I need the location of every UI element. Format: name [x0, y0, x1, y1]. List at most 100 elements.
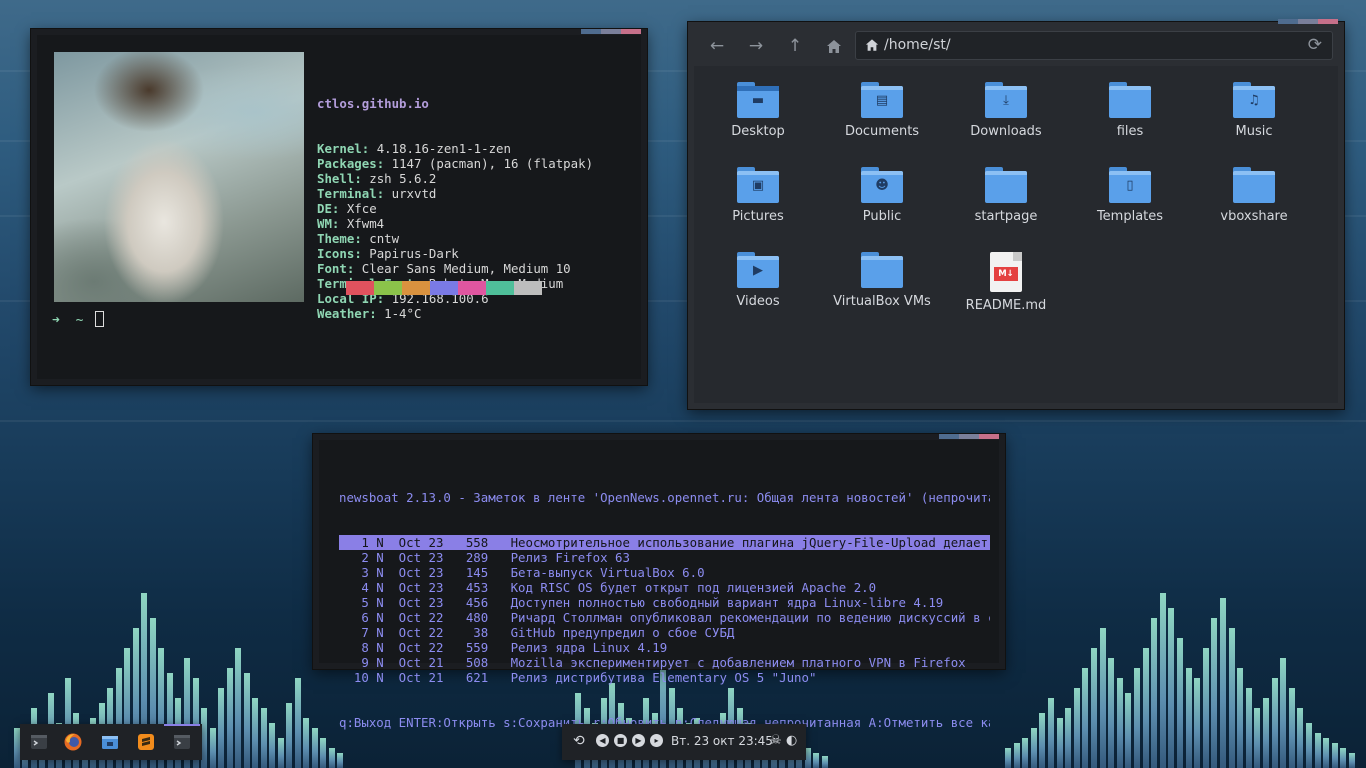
visualizer-bar	[1288, 688, 1295, 768]
home-button[interactable]	[822, 35, 846, 57]
visualizer-bar	[320, 738, 326, 768]
stop-icon[interactable]: ■	[614, 734, 627, 747]
terminal-icon[interactable]	[29, 732, 49, 752]
file-label: Music	[1235, 124, 1273, 139]
palette-swatch	[514, 281, 542, 295]
newsboat-window[interactable]: newsboat 2.13.0 - Заметок в ленте 'OpenN…	[313, 434, 1005, 730]
palette-swatch	[346, 281, 374, 295]
sublime-text-icon[interactable]	[136, 732, 156, 752]
file-item[interactable]: files	[1070, 82, 1190, 139]
file-item[interactable]: startpage	[946, 167, 1066, 224]
visualizer-bar	[1271, 678, 1278, 768]
window-accent	[581, 29, 641, 34]
visualizer-bar	[261, 708, 267, 768]
power-icon[interactable]: ◐	[786, 733, 797, 748]
folder-icon	[1109, 82, 1151, 118]
file-manager-window[interactable]: ← → ↑ /home/st/ ⟳ ▬ Desktop ▤ Documents ⤓ Dow…	[688, 19, 1344, 409]
file-item[interactable]: vboxshare	[1194, 167, 1314, 224]
visualizer-bar	[1237, 668, 1244, 768]
file-item[interactable]: ▣ Pictures	[698, 167, 818, 224]
feed-item[interactable]: 6 N Oct 22 480 Ричард Столлман опубликов…	[339, 610, 990, 625]
color-palette	[346, 281, 542, 295]
feed-item[interactable]: 9 N Oct 21 508 Mozilla экспериментирует …	[339, 655, 990, 670]
file-label: Downloads	[970, 124, 1042, 139]
folder-icon	[861, 252, 903, 288]
visualizer-bar	[210, 728, 216, 768]
forward-arrow-icon[interactable]: →	[744, 35, 768, 57]
info-key: Kernel	[317, 141, 362, 156]
system-info-line: Shell: zsh 5.6.2	[317, 171, 437, 186]
file-label: VirtualBox VMs	[833, 294, 931, 309]
file-item[interactable]: ⤓ Downloads	[946, 82, 1066, 139]
terminal-active-icon[interactable]	[172, 732, 192, 752]
info-key: DE	[317, 201, 332, 216]
file-item[interactable]: M↓ README.md	[946, 252, 1066, 313]
file-grid[interactable]: ▬ Desktop ▤ Documents ⤓ Downloads files ♫ Music ▣…	[694, 66, 1338, 403]
visualizer-bar	[1297, 708, 1304, 768]
folder-icon	[985, 167, 1027, 203]
info-key: WM	[317, 216, 332, 231]
file-label: Templates	[1096, 209, 1164, 224]
feed-item[interactable]: 7 N Oct 22 38 GitHub предупредил о сбое …	[339, 625, 990, 640]
shell-prompt[interactable]: ➜ ~	[52, 311, 105, 328]
feed-item[interactable]: 5 N Oct 23 456 Доступен полностью свобод…	[339, 595, 990, 610]
feed-item[interactable]: 10 N Oct 21 621 Релиз дистрибутива Eleme…	[339, 670, 990, 685]
clock[interactable]: Вт. 23 окт 23:45	[671, 734, 773, 748]
up-arrow-icon[interactable]: ↑	[783, 35, 807, 57]
visualizer-bar	[329, 748, 335, 768]
visualizer-bar	[1116, 678, 1123, 768]
visualizer-bar	[1125, 693, 1132, 768]
visualizer-bar	[1013, 743, 1020, 768]
location-bar[interactable]: /home/st/ ⟳	[855, 31, 1333, 60]
reload-icon[interactable]: ⟳	[1308, 32, 1322, 59]
feed-item[interactable]: 2 N Oct 23 289 Релиз Firefox 63	[339, 550, 990, 565]
home-icon	[865, 39, 879, 51]
visualizer-bar	[1306, 723, 1312, 768]
feed-item[interactable]: 1 N Oct 23 558 Неосмотрительное использо…	[339, 535, 990, 550]
file-item[interactable]: ▶ Videos	[698, 252, 818, 309]
feed-item[interactable]: 8 N Oct 22 559 Релиз ядра Linux 4.19	[339, 640, 990, 655]
visualizer-bar	[1211, 618, 1218, 768]
file-item[interactable]: ▯ Templates	[1070, 167, 1190, 224]
file-item[interactable]: ☻ Public	[822, 167, 942, 224]
visualizer-bar	[244, 673, 250, 768]
file-item[interactable]: ▤ Documents	[822, 82, 942, 139]
file-manager-icon[interactable]	[100, 732, 120, 752]
info-value: Xfce	[346, 201, 377, 216]
info-key: Icons	[317, 246, 355, 261]
skip-forward-icon[interactable]: ▸	[650, 734, 663, 747]
feed-item[interactable]: 3 N Oct 23 145 Бета-выпуск VirtualBox 6.…	[339, 565, 990, 580]
public-folder-icon: ☻	[861, 167, 903, 203]
firefox-icon[interactable]	[63, 732, 83, 752]
back-arrow-icon[interactable]: ←	[705, 35, 729, 57]
repeat-icon[interactable]: ⟲	[573, 733, 585, 749]
launcher-panel	[20, 724, 202, 760]
skull-icon[interactable]: ☠	[770, 733, 782, 748]
visualizer-bar	[278, 738, 284, 768]
visualizer-bar	[1194, 678, 1201, 768]
file-item[interactable]: ▬ Desktop	[698, 82, 818, 139]
palette-swatch	[430, 281, 458, 295]
file-item[interactable]: ♫ Music	[1194, 82, 1314, 139]
feed-item[interactable]: 4 N Oct 23 453 Код RISC OS будет открыт …	[339, 580, 990, 595]
file-manager-toolbar: ← → ↑ /home/st/ ⟳	[688, 31, 1338, 61]
visualizer-bar	[1022, 738, 1029, 768]
file-label: Videos	[736, 294, 780, 309]
system-info-line: Weather: 1-4°C	[317, 306, 422, 321]
visualizer-bar	[1202, 648, 1209, 768]
visualizer-bar	[1099, 628, 1106, 768]
info-key: Weather	[317, 306, 370, 321]
visualizer-bar	[303, 718, 309, 768]
file-label: startpage	[974, 209, 1038, 224]
next-track-icon[interactable]: ▶	[632, 734, 645, 747]
terminal-window[interactable]: ctlos.github.io Kernel: 4.18.16-zen1-1-z…	[31, 29, 647, 385]
info-value: 1147 (pacman), 16 (flatpak)	[391, 156, 594, 171]
previous-track-icon[interactable]: ◀	[596, 734, 609, 747]
desktop-folder-icon: ▬	[737, 82, 779, 118]
system-info-line: WM: Xfwm4	[317, 216, 385, 231]
newsboat-feed: newsboat 2.13.0 - Заметок в ленте 'OpenN…	[339, 460, 990, 760]
markdown-file-icon: M↓	[990, 252, 1022, 292]
templates-folder-icon: ▯	[1109, 167, 1151, 203]
file-item[interactable]: VirtualBox VMs	[822, 252, 942, 309]
info-key: Theme	[317, 231, 355, 246]
